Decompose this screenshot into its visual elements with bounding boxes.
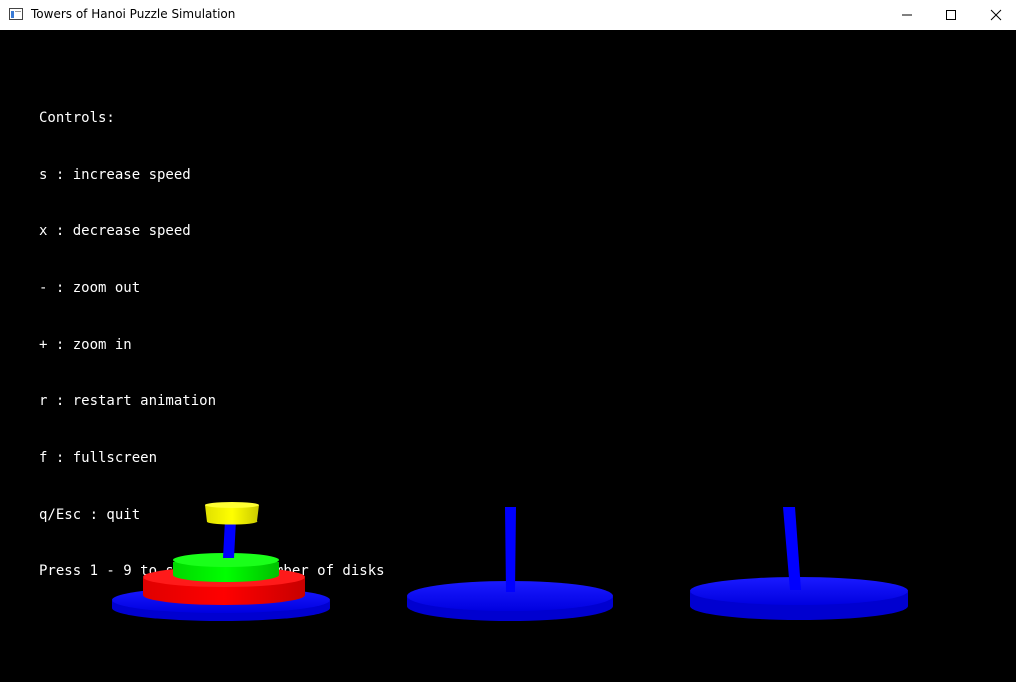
- close-button[interactable]: [973, 0, 1016, 30]
- peg-rod-middle: [505, 507, 516, 592]
- peg-right: [690, 507, 908, 620]
- disk-small-top: [205, 502, 259, 508]
- render-canvas[interactable]: Controls: s : increase speed x : decreas…: [0, 30, 1016, 682]
- close-icon: [990, 9, 1002, 21]
- minimize-icon: [902, 14, 912, 16]
- title-bar[interactable]: Towers of Hanoi Puzzle Simulation: [0, 0, 1016, 30]
- hanoi-scene: [112, 502, 908, 621]
- maximize-icon: [946, 10, 956, 20]
- maximize-button[interactable]: [928, 0, 974, 30]
- peg-left: [112, 502, 330, 621]
- minimize-button[interactable]: [884, 0, 930, 30]
- window-title: Towers of Hanoi Puzzle Simulation: [31, 7, 236, 21]
- app-icon: [9, 8, 23, 20]
- peg-middle: [407, 507, 613, 621]
- app-window: Towers of Hanoi Puzzle Simulation Contro…: [0, 0, 1016, 682]
- peg-rod-left: [223, 520, 236, 558]
